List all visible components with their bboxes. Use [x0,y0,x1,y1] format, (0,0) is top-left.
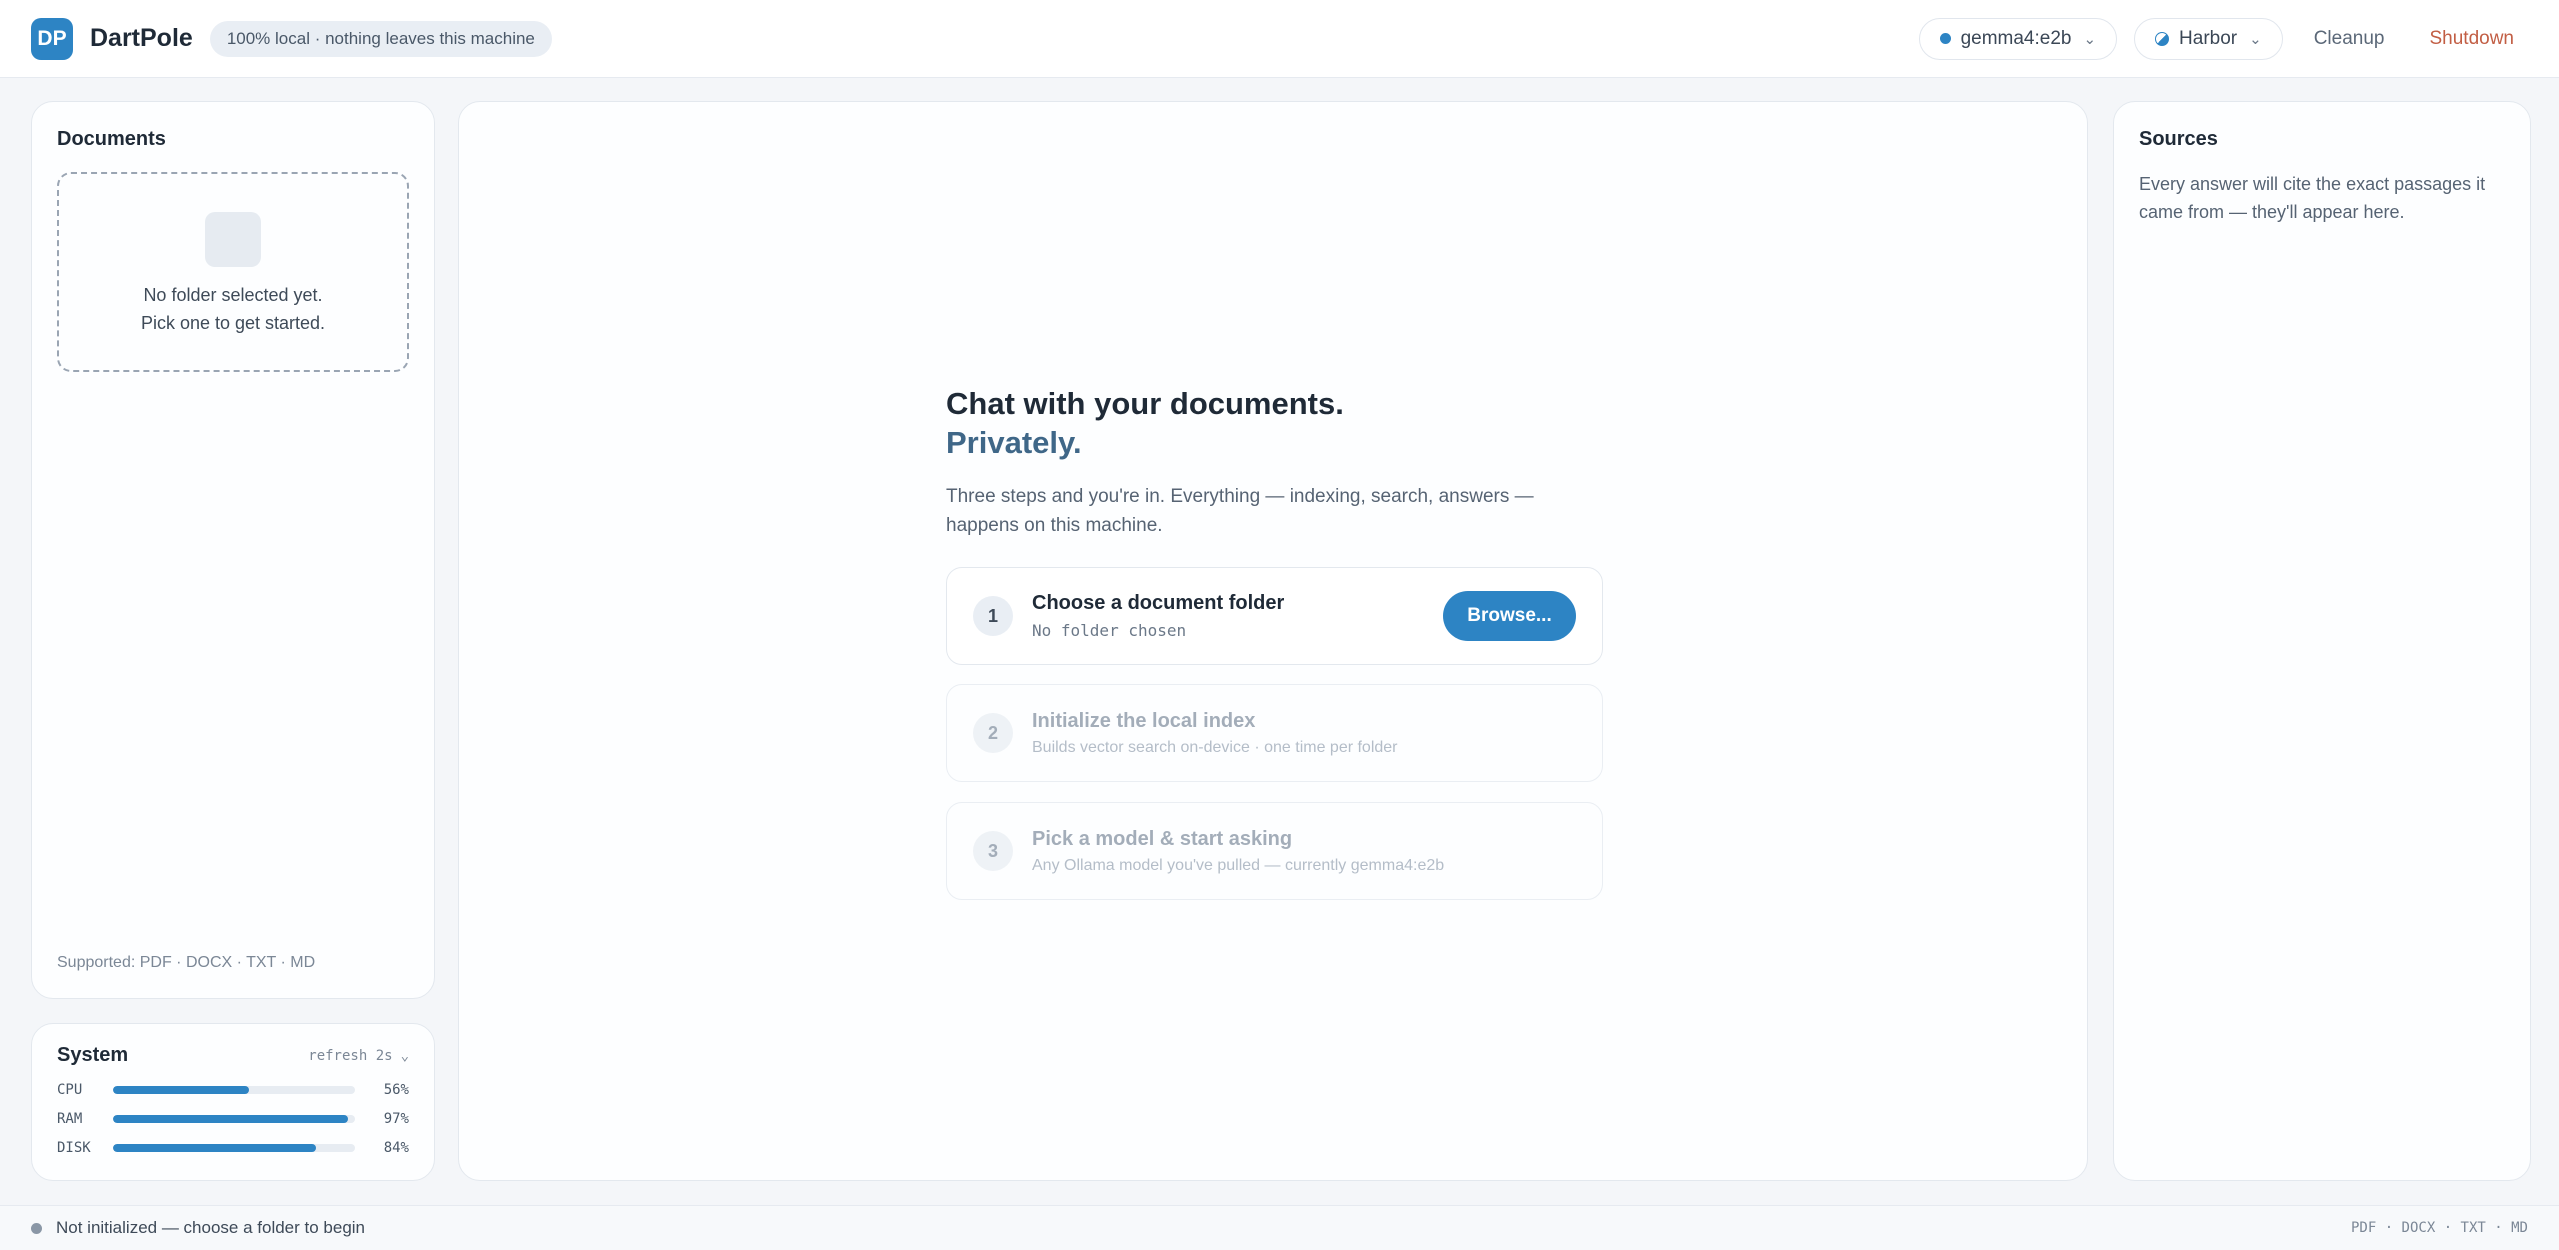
metric-name: RAM [57,1110,83,1127]
documents-panel: Documents No folder selected yet. Pick o… [31,101,435,999]
metric-cpu: CPU 56% [57,1081,409,1098]
app-logo: DP [31,17,73,60]
status-formats: PDF · DOCX · TXT · MD [2350,1220,2528,1236]
intro-line-1: Three steps and you're in. Everything — … [946,486,1534,507]
step-number: 1 [973,596,1013,636]
step-choose-folder: 1 Choose a document folder No folder cho… [946,567,1603,665]
model-status-dot-icon [1939,33,1951,44]
app-name: DartPole [90,24,193,52]
step-title: Pick a model & start asking [1032,827,1293,850]
welcome-heading-accent: Privately. [946,425,1082,460]
model-label: gemma4:e2b [1960,27,2072,49]
documents-title: Documents [57,128,166,150]
step-title: Choose a document folder [1032,592,1285,614]
system-header: System refresh 2s ⌄ [57,1044,409,1067]
metric-name: CPU [57,1081,83,1098]
header-actions: gemma4:e2b ⌄ Harbor ⌄ Cleanup Shutdown [1918,17,2528,60]
step-subtitle: Builds vector search on-device · one tim… [1032,738,1398,756]
theme-label: Harbor [2179,27,2238,49]
theme-icon [2155,31,2170,46]
system-panel: System refresh 2s ⌄ CPU 56% RAM 97% DISK… [31,1023,435,1181]
metric-ram: RAM 97% [57,1110,409,1127]
theme-selector[interactable]: Harbor ⌄ [2134,17,2283,60]
welcome-heading: Chat with your documents. [946,386,1344,421]
metric-value: 56% [383,1081,409,1098]
status-text: Not initialized — choose a folder to beg… [56,1218,366,1237]
metric-bar [113,1143,355,1152]
status-dot-icon [31,1222,42,1234]
sources-line-1: Every answer will cite the exact passage… [2139,174,2486,194]
metrics-list: CPU 56% RAM 97% DISK 84% [57,1081,409,1156]
welcome-intro: Three steps and you're in. Everything — … [946,482,1606,540]
shutdown-button[interactable]: Shutdown [2415,28,2528,50]
chevron-down-icon: ⌄ [400,1047,409,1064]
refresh-label: refresh 2s [308,1047,393,1064]
step-text: Choose a document folder No folder chose… [1032,592,1284,640]
step-subtitle: No folder chosen [1032,621,1187,640]
model-selector[interactable]: gemma4:e2b ⌄ [1918,17,2118,60]
dropzone-line-2: Pick one to get started. [140,313,326,333]
step-text: Initialize the local index Builds vector… [1032,710,1398,757]
refresh-interval-select[interactable]: refresh 2s ⌄ [308,1048,409,1064]
step-subtitle: Any Ollama model you've pulled — current… [1032,856,1445,874]
chevron-down-icon: ⌄ [2249,30,2262,48]
metric-value: 97% [383,1110,409,1127]
dropzone-line-1: No folder selected yet. [143,285,323,305]
folder-dropzone[interactable]: No folder selected yet. Pick one to get … [57,172,409,372]
top-bar: DP DartPole 100% local · nothing leaves … [0,0,2559,78]
metric-bar [113,1114,355,1123]
browse-button[interactable]: Browse... [1443,591,1576,641]
sources-panel: Sources Every answer will cite the exact… [2113,101,2531,1181]
metric-name: DISK [57,1139,91,1156]
sources-description: Every answer will cite the exact passage… [2139,170,2505,226]
metric-disk: DISK 84% [57,1139,409,1156]
step-initialize-index: 2 Initialize the local index Builds vect… [946,684,1603,782]
step-title: Initialize the local index [1032,709,1256,732]
step-number: 3 [973,831,1013,871]
cleanup-button[interactable]: Cleanup [2300,28,2399,50]
system-title: System [57,1044,129,1066]
privacy-badge: 100% local · nothing leaves this machine [209,20,552,57]
metric-bar-fill [113,1143,317,1152]
chevron-down-icon: ⌄ [2083,30,2097,48]
status-bar: Not initialized — choose a folder to beg… [0,1205,2559,1250]
step-text: Pick a model & start asking Any Ollama m… [1032,828,1444,875]
step-number: 2 [973,713,1013,753]
sources-line-2: came from — they'll appear here. [2139,202,2405,222]
chat-panel: Chat with your documents. Privately. Thr… [458,101,2088,1181]
step-pick-model: 3 Pick a model & start asking Any Ollama… [946,802,1603,900]
supported-formats: Supported: PDF · DOCX · TXT · MD [57,954,316,971]
onboarding: Chat with your documents. Privately. Thr… [946,384,1606,900]
folder-icon [205,212,261,267]
dropzone-text: No folder selected yet. Pick one to get … [141,281,325,337]
metric-value: 84% [383,1139,409,1156]
intro-line-2: happens on this machine. [946,515,1163,536]
metric-bar [113,1085,355,1094]
metric-bar-fill [113,1114,348,1123]
metric-bar-fill [113,1085,249,1094]
sources-title: Sources [2139,128,2218,150]
